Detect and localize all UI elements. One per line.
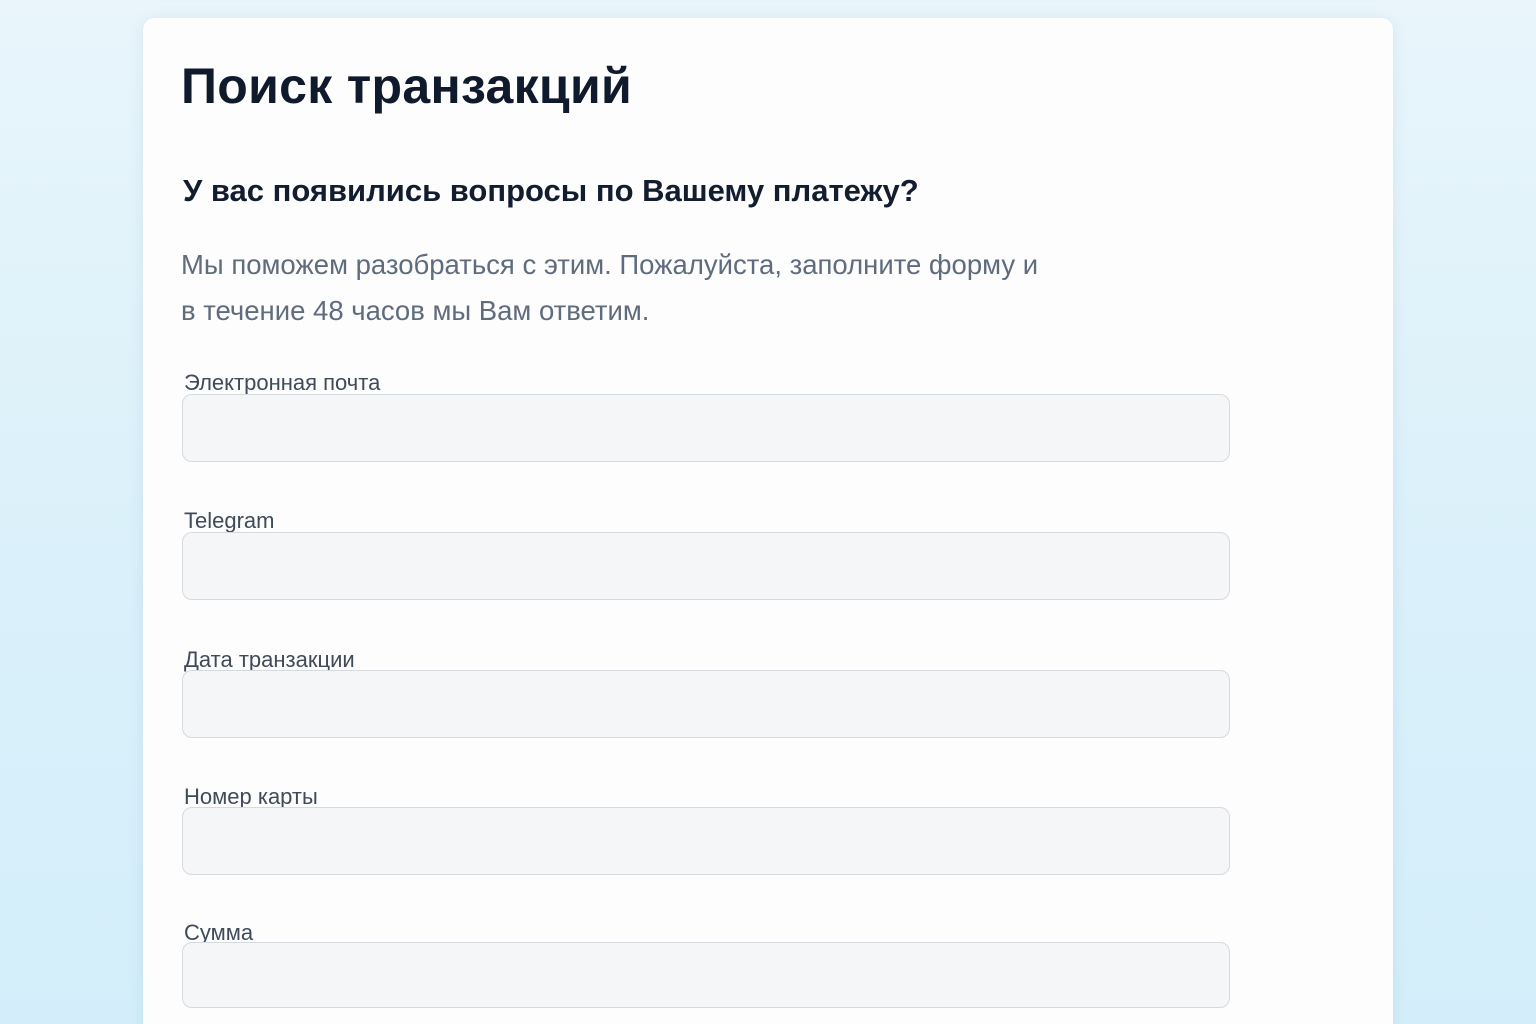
- page-subtitle: У вас появились вопросы по Вашему платеж…: [183, 173, 919, 208]
- email-label: Электронная почта: [184, 370, 381, 395]
- page-description: Мы поможем разобраться с этим. Пожалуйст…: [181, 249, 1039, 326]
- search-form-card: Поиск транзакций У вас появились вопросы…: [143, 18, 1393, 1024]
- page-title: Поиск транзакций: [181, 58, 633, 114]
- transaction-date-field[interactable]: [182, 670, 1230, 738]
- email-field[interactable]: [182, 394, 1230, 462]
- telegram-field[interactable]: [182, 532, 1230, 600]
- card-number-field[interactable]: [182, 807, 1230, 875]
- telegram-label: Telegram: [184, 508, 275, 533]
- amount-field[interactable]: [182, 942, 1230, 1008]
